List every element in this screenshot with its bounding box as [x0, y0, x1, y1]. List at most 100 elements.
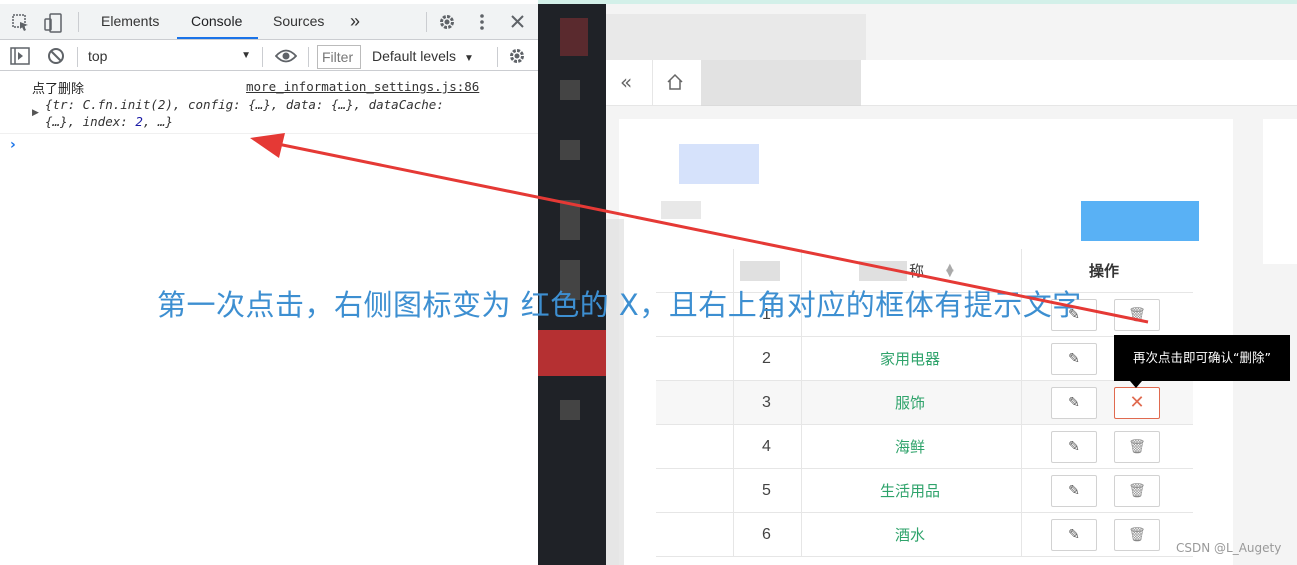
edit-button[interactable]: ✎ [1051, 431, 1097, 463]
object-line-1: {tr: C.fn.init(2), config: {…}, data: {…… [45, 97, 444, 112]
object-line-2-prefix: {…}, index: [45, 114, 136, 129]
home-icon[interactable] [666, 72, 684, 96]
sidebar-blurred-item[interactable] [560, 80, 580, 100]
delete-confirm-tooltip: 再次点击即可确认“删除” [1114, 335, 1290, 381]
toolbar-separator [77, 47, 78, 67]
blurred-add-button[interactable] [1081, 201, 1199, 241]
inspect-element-icon[interactable] [12, 14, 30, 35]
table-row: 3 服饰 ✎ ✕ [656, 381, 1193, 425]
sort-arrows-icon[interactable]: ▲ ▼ [946, 263, 954, 279]
row-index: 6 [762, 526, 771, 543]
row-name[interactable]: 服饰 [801, 381, 1019, 425]
actions-column-header: 操作 [1089, 262, 1120, 280]
object-line-2: {…}, index: 2, …} [45, 113, 515, 130]
delete-button[interactable]: 🗑 [1114, 519, 1160, 551]
context-value: top [88, 48, 108, 64]
side-card [1263, 119, 1297, 264]
tooltip-arrow [1130, 381, 1142, 388]
console-settings-gear-icon[interactable] [508, 47, 526, 68]
toolbar-separator [497, 47, 498, 67]
edit-button[interactable]: ✎ [1051, 475, 1097, 507]
sidebar-blurred-item[interactable] [560, 140, 580, 160]
close-x-icon: ✕ [1129, 392, 1145, 413]
table-divider [1021, 337, 1022, 381]
table-row: 5 生活用品 ✎ 🗑 [656, 469, 1193, 513]
row-index: 5 [762, 482, 771, 499]
collapse-menu-icon[interactable]: « [620, 70, 632, 94]
tab-sources[interactable]: Sources [273, 4, 324, 39]
settings-gear-icon[interactable] [438, 13, 456, 34]
clear-console-icon[interactable] [47, 47, 65, 68]
log-levels-label: Default levels [372, 48, 457, 64]
table-row: 4 海鲜 ✎ 🗑 [656, 425, 1193, 469]
table-divider [1021, 425, 1022, 469]
log-source-link[interactable]: more_information_settings.js:86 [246, 79, 479, 94]
sidebar-blurred-item[interactable] [560, 18, 588, 56]
pencil-icon: ✎ [1068, 351, 1080, 367]
pencil-icon: ✎ [1068, 527, 1080, 543]
console-toolbar: top ▼ Filter Default levels ▼ [0, 41, 538, 71]
row-name[interactable]: 海鲜 [801, 425, 1019, 469]
context-select[interactable]: top ▼ [88, 45, 253, 67]
row-index: 2 [762, 350, 771, 367]
edit-button[interactable]: ✎ [1051, 343, 1097, 375]
show-sidebar-icon[interactable] [10, 47, 30, 68]
devtools-tabbar: Elements Console Sources » [0, 4, 538, 40]
close-icon[interactable] [510, 14, 525, 32]
blurred-breadcrumb [701, 60, 861, 106]
chevron-down-icon: ▼ [463, 53, 474, 64]
table-row: 2 家用电器 ✎ [656, 337, 1193, 381]
header-separator [652, 60, 653, 106]
pencil-icon: ✎ [1068, 395, 1080, 411]
sidebar-active-item[interactable] [538, 330, 606, 376]
tab-separator [78, 12, 79, 32]
object-line-2-suffix: , …} [142, 114, 173, 129]
expand-triangle-icon[interactable]: ▶ [32, 108, 39, 118]
trash-icon: 🗑 [1128, 483, 1146, 499]
tab-elements[interactable]: Elements [101, 4, 159, 39]
log-object-preview[interactable]: {tr: C.fn.init(2), config: {…}, data: {…… [45, 96, 515, 130]
row-name[interactable]: 生活用品 [801, 469, 1019, 513]
delete-button[interactable]: 🗑 [1114, 431, 1160, 463]
sidebar-blurred-item[interactable] [560, 200, 580, 240]
live-expression-eye-icon[interactable] [274, 48, 298, 67]
table-row: 6 酒水 ✎ 🗑 [656, 513, 1193, 557]
trash-icon: 🗑 [1128, 439, 1146, 455]
tab-console[interactable]: Console [177, 4, 258, 39]
more-options-icon[interactable] [478, 13, 486, 34]
device-toolbar-icon[interactable] [44, 13, 64, 36]
watermark: CSDN @L_Augety [1176, 541, 1282, 555]
app-header: « [606, 60, 1297, 106]
delete-button[interactable]: 🗑 [1114, 299, 1160, 331]
blurred-index-header [740, 261, 780, 281]
toolbar-separator [308, 47, 309, 67]
table-divider [1021, 381, 1022, 425]
edit-button[interactable]: ✎ [1051, 387, 1097, 419]
annotation-text: 第一次点击，右侧图标变为 红色的 X，且右上角对应的框体有提示文字 [157, 288, 1082, 322]
tab-separator [426, 12, 427, 32]
log-levels-dropdown[interactable]: Default levels ▼ [372, 45, 474, 70]
trash-icon: 🗑 [1128, 307, 1146, 323]
blurred-title [679, 144, 759, 184]
filter-input[interactable]: Filter [317, 45, 361, 69]
confirm-delete-button[interactable]: ✕ [1114, 387, 1160, 419]
toolbar-separator [262, 47, 263, 67]
pencil-icon: ✎ [1068, 483, 1080, 499]
blurred-overlay-strip [606, 219, 624, 565]
chevron-down-icon: ▼ [241, 50, 251, 61]
row-name[interactable]: 家用电器 [801, 337, 1019, 381]
log-message: 点了删除 [32, 82, 85, 97]
delete-button[interactable]: 🗑 [1114, 475, 1160, 507]
blurred-name-header [859, 261, 907, 281]
sidebar-blurred-item[interactable] [560, 400, 580, 420]
console-prompt[interactable]: › [10, 137, 16, 153]
row-name[interactable]: 酒水 [801, 513, 1019, 557]
blurred-label [661, 201, 701, 219]
more-tabs-icon[interactable]: » [350, 4, 360, 39]
pencil-icon: ✎ [1068, 439, 1080, 455]
row-index: 4 [762, 438, 771, 455]
table-divider [1021, 469, 1022, 513]
edit-button[interactable]: ✎ [1051, 519, 1097, 551]
console-log-entry: 点了删除 more_information_settings.js:86 ▶ {… [0, 72, 538, 134]
object-index-value: 2 [135, 114, 143, 129]
